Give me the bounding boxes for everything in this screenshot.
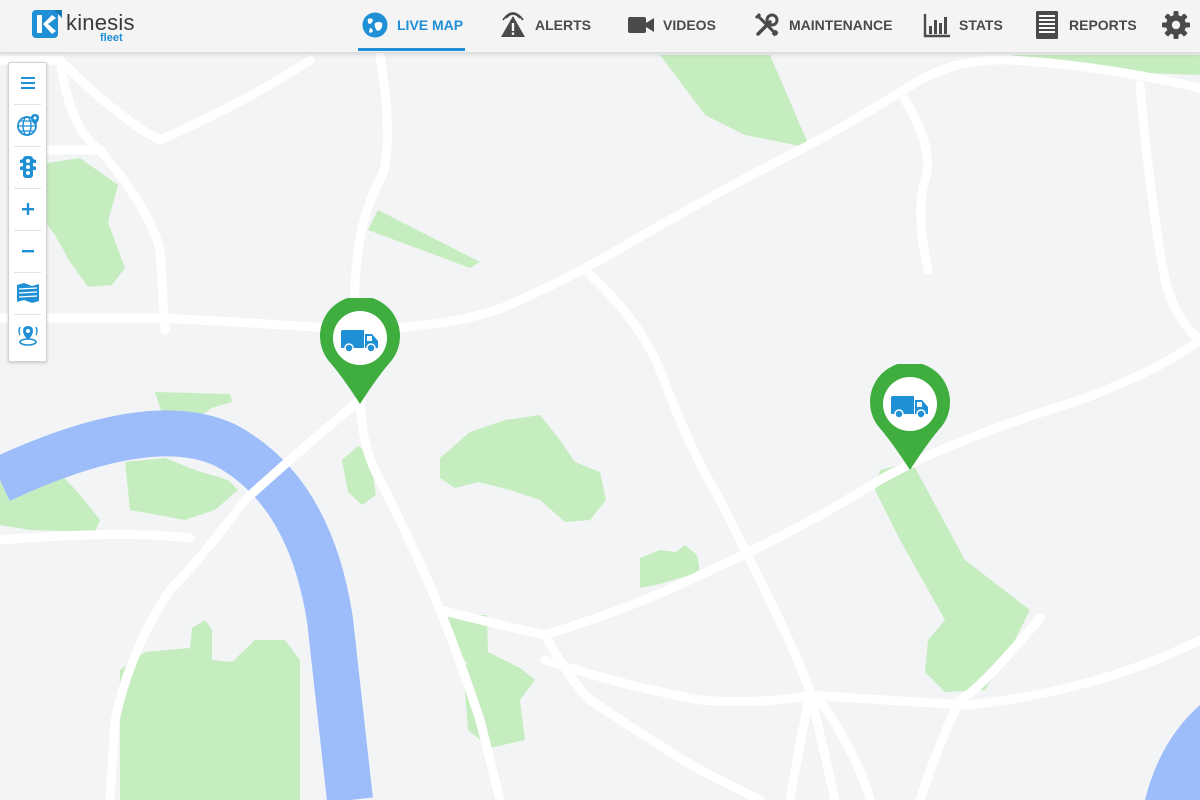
nav-label: MAINTENANCE xyxy=(789,17,893,33)
map-icon xyxy=(16,283,39,303)
zoom-out-button[interactable] xyxy=(9,231,46,271)
geofence-button[interactable] xyxy=(9,315,46,355)
globe-pin-icon xyxy=(16,114,39,136)
nav-reports[interactable]: REPORTS xyxy=(1032,0,1137,50)
alert-triangle-icon xyxy=(498,10,528,40)
brand-subtitle: fleet xyxy=(100,32,123,44)
menu-button[interactable] xyxy=(9,63,46,103)
nav-live-map[interactable]: LIVE MAP xyxy=(357,0,466,51)
minus-icon xyxy=(21,250,34,253)
nav-videos[interactable]: VIDEOS xyxy=(626,0,716,50)
nav-label: LIVE MAP xyxy=(397,17,464,33)
top-navigation-bar: kinesis fleet LIVE MAP ALERTS VIDEOS MAI… xyxy=(0,0,1200,53)
map-type-button[interactable] xyxy=(9,273,46,313)
nav-maintenance[interactable]: MAINTENANCE xyxy=(752,0,892,50)
nav-label: REPORTS xyxy=(1069,17,1137,33)
bar-chart-icon xyxy=(922,10,952,40)
logo-wordmark: kinesis fleet xyxy=(66,8,146,44)
location-signal-icon xyxy=(17,326,38,346)
kinesis-k-icon xyxy=(32,10,62,38)
report-document-icon xyxy=(1032,10,1062,40)
nav-label: VIDEOS xyxy=(663,17,716,33)
traffic-button[interactable] xyxy=(9,147,46,187)
wrench-screwdriver-icon xyxy=(752,10,782,40)
nav-stats[interactable]: STATS xyxy=(922,0,1003,50)
globe-icon xyxy=(360,10,390,40)
gear-icon xyxy=(1162,11,1190,39)
vehicle-marker[interactable] xyxy=(320,298,400,406)
settings-button[interactable] xyxy=(1160,9,1192,41)
zoom-in-button[interactable] xyxy=(9,189,46,229)
vehicle-marker[interactable] xyxy=(870,364,950,472)
nav-label: STATS xyxy=(959,17,1003,33)
nav-alerts[interactable]: ALERTS xyxy=(498,0,591,50)
map-layers-button[interactable] xyxy=(9,105,46,145)
map-controls-toolbar xyxy=(8,62,47,362)
kinesis-fleet-logo[interactable]: kinesis fleet xyxy=(32,8,146,44)
map-canvas[interactable] xyxy=(0,0,1200,800)
nav-label: ALERTS xyxy=(535,17,591,33)
plus-icon xyxy=(21,203,34,215)
video-camera-icon xyxy=(626,10,656,40)
traffic-light-icon xyxy=(19,156,36,178)
hamburger-menu-icon xyxy=(20,77,35,89)
